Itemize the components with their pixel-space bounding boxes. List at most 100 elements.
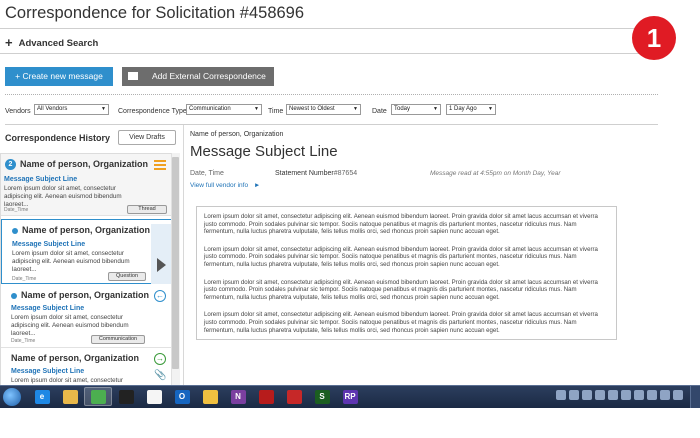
acrobat-icon [258, 389, 274, 404]
scrollbar-thumb[interactable] [172, 157, 179, 369]
date-value: Today [394, 106, 411, 112]
message-paragraph: Lorem ipsum dolor sit amet, consectetur … [204, 245, 598, 268]
type-label: Correspondence Type [118, 108, 187, 115]
item-subject: Message Subject Line [11, 368, 85, 375]
tray-icon[interactable] [621, 390, 631, 400]
chrome-icon [90, 389, 106, 404]
taskbar-app-button[interactable]: S [308, 387, 336, 406]
page-background [0, 408, 700, 438]
message-paragraph: Lorem ipsum dolor sit amet, consectetur … [204, 278, 598, 301]
time-value: Newest to Oldest [289, 106, 335, 112]
acrobat-reader-icon [286, 389, 302, 404]
advanced-search-toggle[interactable]: + Advanced Search [5, 34, 99, 50]
date-select[interactable]: Today ▼ [391, 104, 441, 115]
item-subject: Message Subject Line [11, 305, 85, 312]
vendor-info-link[interactable]: View full vendor info ► [190, 182, 260, 189]
robohelp-icon: RP [342, 389, 358, 404]
time-select[interactable]: Newest to Oldest ▼ [286, 104, 361, 115]
folder-add-icon [128, 72, 138, 80]
unread-dot-icon [11, 293, 17, 299]
taskbar-app-button[interactable]: O [168, 387, 196, 406]
show-desktop-button[interactable] [690, 386, 700, 408]
taskbar-app-button[interactable]: RP [336, 387, 364, 406]
question-tag[interactable]: Question [108, 272, 146, 281]
list-item[interactable]: Name of person, Organization Message Sub… [1, 349, 171, 392]
message-date: Date, Time [190, 170, 224, 177]
onenote-icon: N [230, 389, 246, 404]
paperclip-icon: 📎 [154, 370, 167, 381]
statement-number: Statement Number#87654 [275, 170, 357, 177]
unread-dot-icon [12, 228, 18, 234]
page-title: Correspondence for Solicitation #458696 [5, 4, 305, 22]
snagit-icon: S [314, 389, 330, 404]
type-value: Communication [189, 106, 231, 112]
taskbar-app-button[interactable]: N [224, 387, 252, 406]
taskbar-app-button[interactable] [112, 387, 140, 406]
add-external-correspondence-button[interactable]: Add External Correspondence [122, 67, 274, 86]
taskbar-app-button[interactable] [140, 387, 168, 406]
item-sender: Name of person, Organization [21, 290, 150, 300]
tray-icon[interactable] [673, 390, 683, 400]
thread-tag[interactable]: Thread [127, 205, 167, 214]
taskbar-app-button[interactable]: e [28, 387, 56, 406]
vendors-label: Vendors [5, 108, 31, 115]
item-sender: Name of person, Organization [20, 159, 149, 169]
tray-icon[interactable] [582, 390, 592, 400]
range-value: 1 Day Ago [449, 106, 477, 112]
play-arrow-icon [157, 258, 166, 272]
taskbar-app-button[interactable] [56, 387, 84, 406]
tray-icon[interactable] [556, 390, 566, 400]
divider [0, 28, 658, 29]
chevron-down-icon: ▼ [488, 106, 493, 112]
view-drafts-button[interactable]: View Drafts [118, 130, 176, 145]
vendors-select[interactable]: All Vendors ▼ [34, 104, 109, 115]
thread-list-icon[interactable] [154, 160, 166, 170]
paint-icon [146, 389, 162, 404]
communication-tag[interactable]: Communication [91, 335, 145, 344]
windows-start-icon[interactable] [3, 388, 21, 406]
divider [0, 53, 658, 54]
message-paragraph: Lorem ipsum dolor sit amet, consectetur … [204, 213, 598, 236]
chevron-right-icon: ► [253, 182, 261, 189]
list-item[interactable]: 2 Name of person, Organization Message S… [1, 154, 171, 216]
message-body: Lorem ipsum dolor sit amet, consectetur … [196, 206, 617, 340]
item-preview: Lorem ipsum dolor sit amet, consectetur … [12, 250, 130, 273]
chevron-down-icon: ▼ [101, 106, 106, 112]
panel-divider [183, 125, 184, 385]
forward-arrow-icon[interactable]: → [154, 353, 166, 365]
type-select[interactable]: Communication ▼ [186, 104, 262, 115]
range-select[interactable]: 1 Day Ago ▼ [446, 104, 496, 115]
taskbar-app-button[interactable] [252, 387, 280, 406]
advanced-search-label: Advanced Search [18, 38, 99, 49]
step-number-badge: 1 [632, 16, 676, 60]
list-item[interactable]: Name of person, Organization Message Sub… [1, 286, 171, 348]
file-explorer-icon [62, 389, 78, 404]
taskbar-app-button[interactable] [196, 387, 224, 406]
tray-icon[interactable] [569, 390, 579, 400]
weather-icon [202, 389, 218, 404]
terminal-icon [118, 389, 134, 404]
tray-icon[interactable] [595, 390, 605, 400]
tray-icon[interactable] [634, 390, 644, 400]
item-preview: Lorem ipsum dolor sit amet, consectetur … [4, 185, 122, 208]
chevron-down-icon: ▼ [254, 106, 259, 112]
taskbar-app-button[interactable] [84, 387, 112, 406]
outlook-icon: O [174, 389, 190, 404]
tray-icon[interactable] [647, 390, 657, 400]
create-new-message-button[interactable]: + Create new message [5, 67, 113, 86]
divider [5, 124, 658, 125]
list-item[interactable]: Name of person, Organization Message Sub… [1, 219, 171, 284]
time-label: Time [268, 108, 284, 115]
item-subject: Message Subject Line [12, 241, 86, 248]
taskbar-app-button[interactable] [280, 387, 308, 406]
dotted-divider [5, 94, 658, 95]
message-sender: Name of person, Organization [190, 131, 284, 138]
internet-explorer-icon: e [34, 389, 50, 404]
item-date: Date_Time [11, 338, 36, 344]
item-subject: Message Subject Line [4, 176, 78, 183]
message-paragraph: Lorem ipsum dolor sit amet, consectetur … [204, 311, 598, 334]
tray-icon[interactable] [608, 390, 618, 400]
tray-icon[interactable] [660, 390, 670, 400]
reply-arrow-icon[interactable]: ← [154, 290, 166, 302]
statement-value: #87654 [333, 170, 358, 177]
